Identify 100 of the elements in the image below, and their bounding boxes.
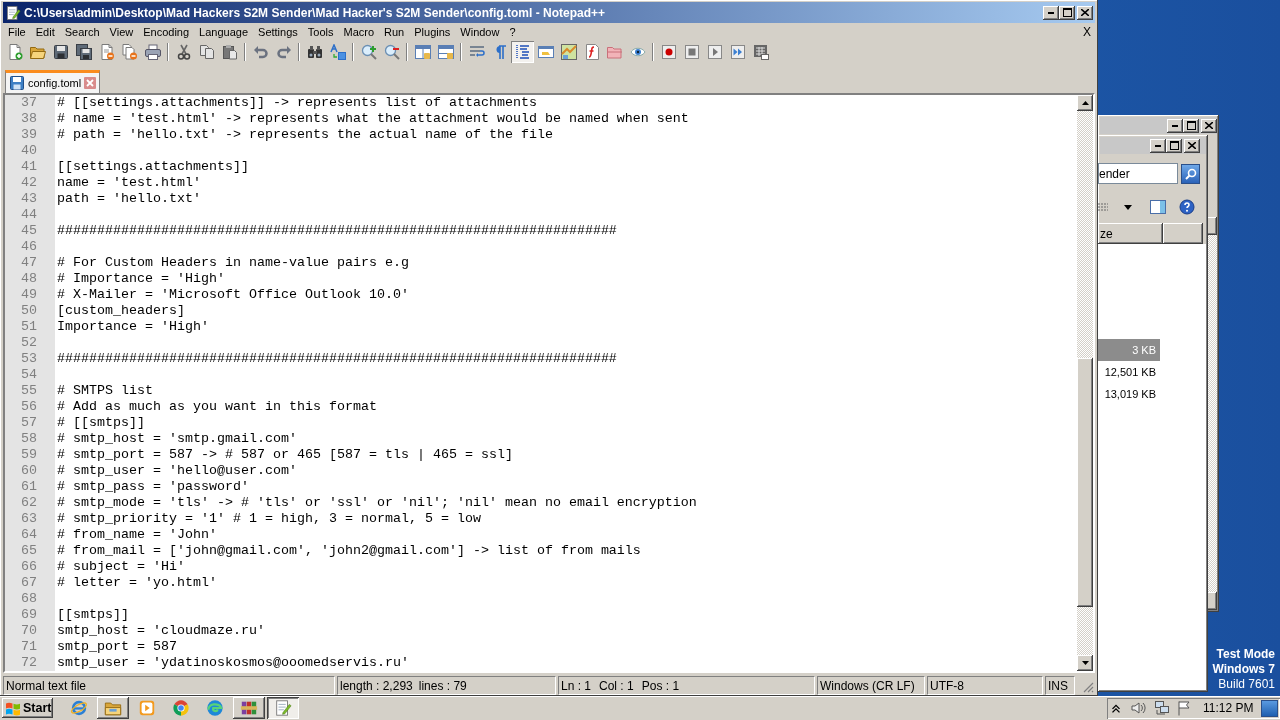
line-number: 38 xyxy=(21,111,37,127)
cursor-column: Col : 1 xyxy=(599,678,634,693)
close-icon[interactable] xyxy=(84,77,97,89)
menu-item[interactable]: Settings xyxy=(253,25,303,38)
zoom-in-icon xyxy=(360,44,377,60)
text-editor[interactable] xyxy=(3,93,1095,673)
search-field[interactable]: ender xyxy=(1098,163,1178,184)
menu-item[interactable]: Edit xyxy=(30,25,60,38)
search-button[interactable] xyxy=(1181,163,1200,184)
line-number: 37 xyxy=(21,95,37,111)
close-icon xyxy=(1081,9,1089,16)
notepad-icon xyxy=(274,699,292,717)
maximize-button[interactable] xyxy=(1059,5,1075,20)
scroll-down-button[interactable] xyxy=(1077,655,1093,671)
taskbar-button[interactable] xyxy=(267,697,299,719)
line-number: 62 xyxy=(21,495,37,511)
menu-item[interactable]: Plugins xyxy=(409,25,456,38)
line-number: 41 xyxy=(21,159,37,175)
browser-icon xyxy=(206,699,224,717)
taskbar-button[interactable] xyxy=(233,697,265,719)
close-document-button[interactable]: X xyxy=(1083,24,1091,39)
minimize-button[interactable] xyxy=(1167,118,1183,133)
maximize-button[interactable] xyxy=(1166,138,1182,153)
size-cell: 3 KB xyxy=(1098,339,1160,361)
scroll-up-button[interactable] xyxy=(1207,217,1217,235)
menu-item[interactable]: File xyxy=(3,25,31,38)
cursor-position: Pos : 1 xyxy=(641,678,680,693)
close-button[interactable] xyxy=(1201,118,1217,133)
browser-icon xyxy=(172,699,190,717)
window-title: C:\Users\admin\Desktop\Mad Hackers S2M Sender\Mad Hacker's S2M Sender\config.toml - Notepad++ xyxy=(24,5,607,20)
code-line: # smtp_host = 'smtp.gmail.com' xyxy=(57,431,297,447)
show-desktop-button[interactable] xyxy=(1261,699,1278,717)
menu-item[interactable]: Window xyxy=(455,25,505,38)
minimize-icon xyxy=(1155,144,1161,147)
code-line: [custom_headers] xyxy=(57,303,185,319)
network-icon[interactable] xyxy=(1154,700,1170,716)
line-number: 66 xyxy=(21,559,37,575)
minimize-button[interactable] xyxy=(1043,5,1059,20)
start-button[interactable]: Start xyxy=(2,698,53,718)
scrollbar-thumb[interactable] xyxy=(1077,358,1093,607)
code-line: # smtp_priority = '1' # 1 = high, 3 = normal, 5 = low xyxy=(57,511,481,527)
map-icon xyxy=(560,44,577,60)
flag-icon[interactable] xyxy=(1177,700,1191,716)
line-number: 51 xyxy=(21,319,37,335)
minimize-button[interactable] xyxy=(1150,138,1166,153)
play-icon xyxy=(706,44,723,60)
taskbar-button[interactable] xyxy=(97,697,129,719)
menu-item[interactable]: Run xyxy=(379,25,410,38)
code-line: # X-Mailer = 'Microsoft Office Outlook 10.0' xyxy=(57,287,409,303)
line-number: 45 xyxy=(21,223,37,239)
menu-item[interactable]: Macro xyxy=(338,25,380,38)
line-number: 40 xyxy=(21,143,37,159)
window-icon xyxy=(537,44,554,60)
help-icon[interactable] xyxy=(1179,199,1195,215)
line-number: 65 xyxy=(21,543,37,559)
printer-icon xyxy=(144,44,161,60)
file-tab[interactable]: config.toml xyxy=(5,70,101,93)
scroll-down-button[interactable] xyxy=(1207,592,1217,610)
size-cell-text: 13,019 KB xyxy=(1103,387,1157,402)
line-number: 67 xyxy=(21,575,37,591)
menu-item[interactable]: View xyxy=(104,25,139,38)
menu-item[interactable]: ? xyxy=(504,25,521,38)
code-line: # Add as much as you want in this format xyxy=(57,399,377,415)
clock[interactable]: 11:12 PM xyxy=(1203,701,1254,715)
code-line: Importance = 'High' xyxy=(57,319,209,335)
system-notice-text: Build 7601 xyxy=(1218,677,1275,692)
scroll-up-button[interactable] xyxy=(1077,95,1093,111)
fast-forward-icon xyxy=(729,44,746,60)
code-line: # For Custom Headers in name-value pairs e.g xyxy=(57,255,409,271)
view-icon[interactable] xyxy=(1098,202,1108,212)
close-button[interactable] xyxy=(1184,138,1200,153)
documents-minus-icon xyxy=(121,44,138,60)
column-header[interactable]: ze xyxy=(1098,223,1163,244)
line-number: 64 xyxy=(21,527,37,543)
code-line: # Importance = 'High' xyxy=(57,271,225,287)
browser-icon xyxy=(70,699,88,717)
column-header[interactable] xyxy=(1163,223,1203,244)
menu-item[interactable]: Tools xyxy=(302,25,339,38)
menu-item[interactable]: Language xyxy=(194,25,254,38)
minimize-icon xyxy=(1172,124,1178,127)
code-line: [[smtps]] xyxy=(57,607,129,623)
caret-down-icon[interactable] xyxy=(1124,204,1132,210)
menu-item[interactable]: Encoding xyxy=(138,25,195,38)
line-number: 42 xyxy=(21,175,37,191)
line-number: 43 xyxy=(21,191,37,207)
code-line: name = 'test.html' xyxy=(57,175,201,191)
speaker-icon[interactable] xyxy=(1130,700,1146,716)
maximize-button[interactable] xyxy=(1183,118,1199,133)
code-line: # path = 'hello.txt' -> represents the actual name of the file xyxy=(57,127,553,143)
preview-pane-icon[interactable] xyxy=(1150,200,1166,214)
line-number: 52 xyxy=(21,335,37,351)
books-icon xyxy=(240,699,258,717)
floppy-disks-icon xyxy=(75,44,92,60)
code-line: # smtp_user = 'hello@user.com' xyxy=(57,463,297,479)
undo-icon xyxy=(252,44,269,60)
code-line: # [[smtps]] xyxy=(57,415,145,431)
line-number: 44 xyxy=(21,207,37,223)
menu-item[interactable]: Search xyxy=(59,25,105,38)
line-number: 70 xyxy=(21,623,37,639)
close-button[interactable] xyxy=(1077,5,1093,20)
